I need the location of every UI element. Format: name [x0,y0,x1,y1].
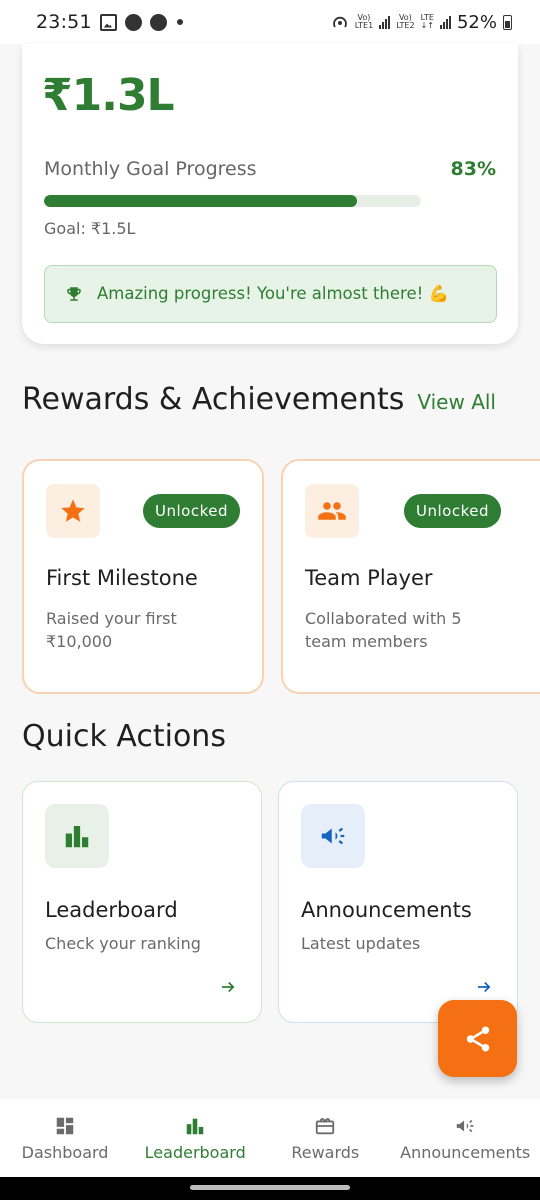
hotspot-icon [332,16,347,28]
whatsapp-notification-icon [149,13,167,31]
arrow-right-icon [222,981,235,993]
signal-2-icon [439,15,451,29]
goal-progress-card: ₹1.3L Monthly Goal Progress 83% Goal: ₹1… [22,44,518,344]
leaderboard-action-card[interactable]: Leaderboard Check your ranking [22,781,262,1023]
megaphone-icon [321,827,345,845]
achievement-title: Team Player [305,566,433,590]
bottom-navigation: Dashboard Leaderboard Rewards Announceme… [0,1099,540,1177]
nav-label: Announcements [400,1143,531,1162]
achievement-icon-box [305,484,359,538]
status-bar: 23:51 Vo) LTE1 Vo) LTE2 LTE ↓↑ 52% [0,0,540,44]
progress-message: Amazing progress! You're almost there! 💪 [97,284,450,303]
goal-progress-fill [44,195,357,207]
nav-item-dashboard[interactable]: Dashboard [0,1099,130,1177]
star-icon [61,499,85,522]
quick-actions-title: Quick Actions [22,719,226,754]
nav-item-announcements[interactable]: Announcements [390,1099,540,1177]
nav-label: Rewards [291,1143,360,1162]
action-title: Leaderboard [45,898,178,922]
bar-chart-icon [186,1118,204,1135]
raised-amount: ₹1.3L [42,70,175,121]
progress-message-banner: Amazing progress! You're almost there! 💪 [44,265,497,323]
nav-item-rewards[interactable]: Rewards [260,1099,390,1177]
megaphone-icon [456,1119,474,1133]
home-gesture-handle[interactable] [190,1185,350,1190]
battery-icon [503,14,512,30]
message-notification-icon [124,13,142,31]
more-notifications-icon [176,19,183,25]
share-fab-button[interactable] [438,1000,517,1077]
network-1-label: Vo) LTE1 [354,13,374,30]
arrow-right-icon [478,981,491,993]
view-all-link[interactable]: View All [417,390,496,414]
bar-chart-icon [65,826,89,848]
achievement-card-team-player[interactable]: Unlocked Team Player Collaborated with 5… [281,459,540,694]
lte-label: LTE ↓↑ [420,13,434,30]
status-time: 23:51 [36,11,92,33]
announcements-icon-box [301,804,365,868]
achievement-description: Collaborated with 5 team members [305,609,462,651]
gallery-notification-icon [99,13,117,31]
achievement-title: First Milestone [46,566,198,590]
achievement-icon-box [46,484,100,538]
goal-progress-percent: 83% [450,158,496,180]
action-subtitle: Latest updates [301,934,421,953]
share-icon [466,1026,489,1051]
unlocked-badge: Unlocked [143,494,240,528]
battery-percent: 52% [456,11,497,33]
action-subtitle: Check your ranking [45,934,201,953]
dashboard-icon [56,1117,74,1135]
network-2-label: Vo) LTE2 [396,13,415,30]
achievement-card-first-milestone[interactable]: Unlocked First Milestone Raised your fir… [22,459,264,694]
rewards-section-title: Rewards & Achievements [22,382,405,417]
unlocked-badge: Unlocked [404,494,501,528]
group-icon [318,502,346,520]
nav-label: Dashboard [21,1143,109,1162]
goal-progress-label: Monthly Goal Progress [44,158,257,180]
achievement-description: Raised your first ₹10,000 [46,609,177,651]
leaderboard-icon-box [45,804,109,868]
nav-item-leaderboard[interactable]: Leaderboard [130,1099,260,1177]
system-gesture-bar [0,1177,540,1200]
goal-target: Goal: ₹1.5L [44,219,136,238]
action-title: Announcements [301,898,472,922]
nav-label: Leaderboard [144,1143,246,1162]
gift-icon [316,1118,335,1135]
signal-1-icon [379,15,391,29]
trophy-icon [67,287,81,301]
announcements-action-card[interactable]: Announcements Latest updates [278,781,518,1023]
goal-progress-bar [44,195,421,207]
